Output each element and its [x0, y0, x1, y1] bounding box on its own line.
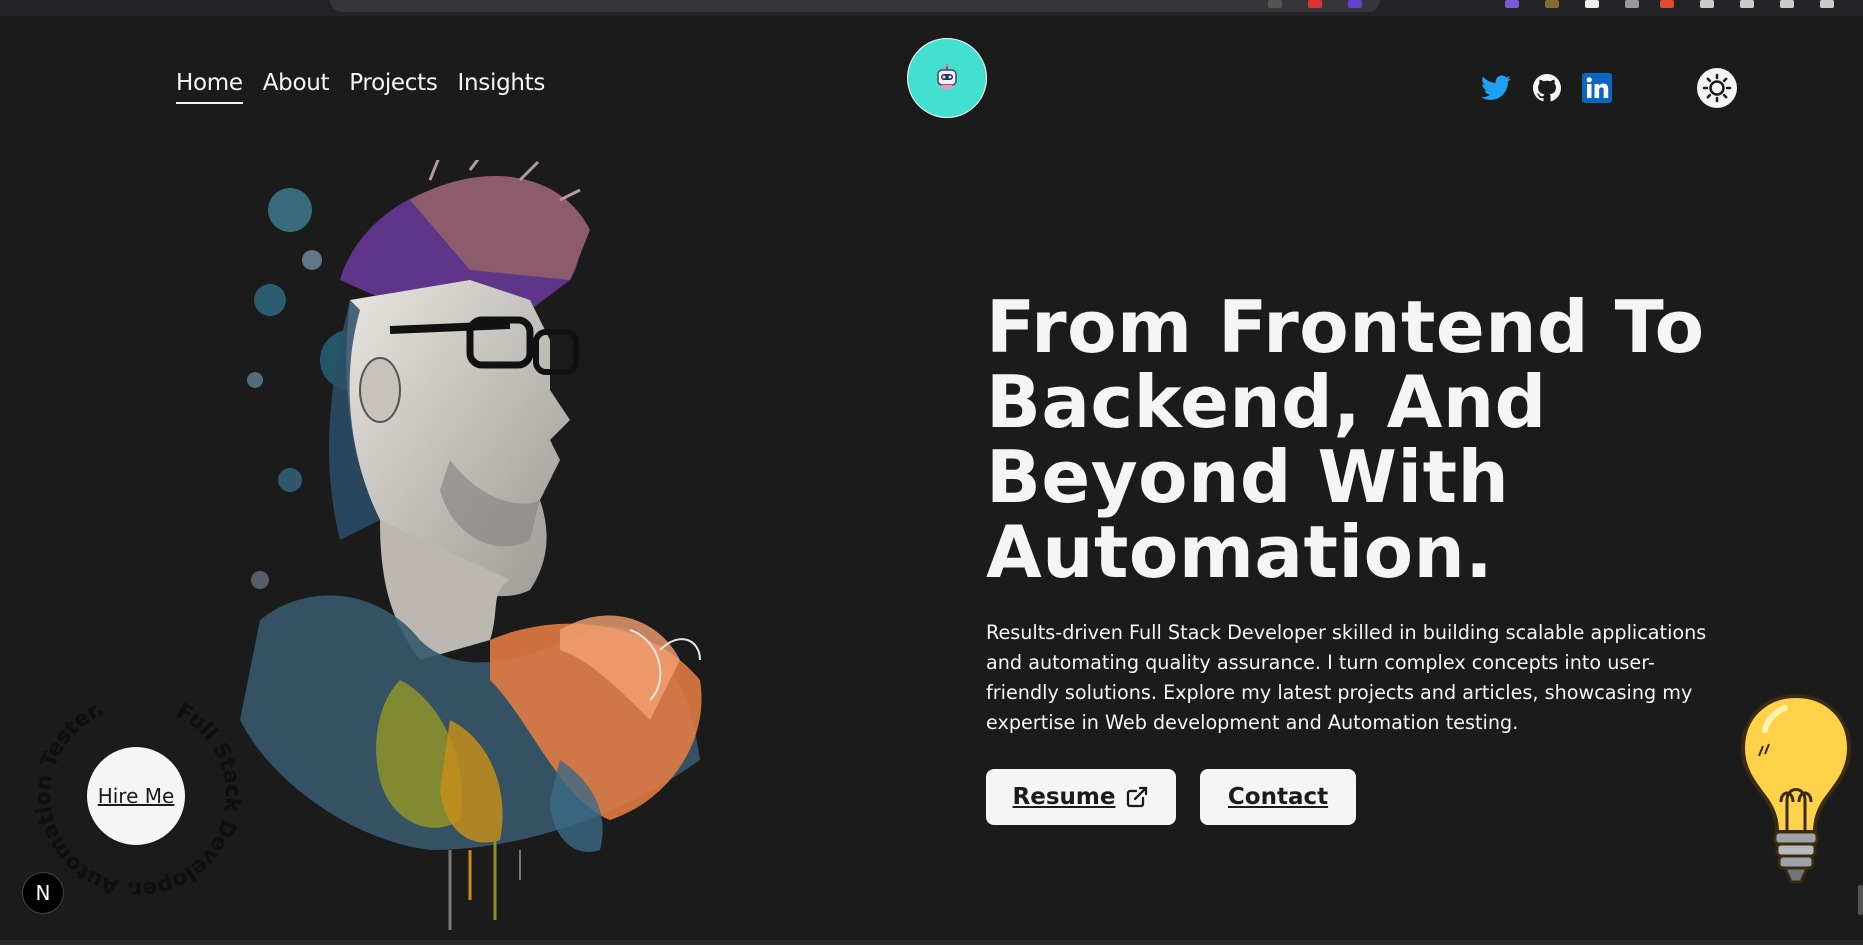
nav-projects-link[interactable]: Projects [349, 70, 438, 104]
nav-home-link[interactable]: Home [176, 70, 243, 104]
extension-icon[interactable] [1820, 0, 1834, 8]
theme-toggle-button[interactable] [1697, 68, 1737, 108]
twitter-link[interactable] [1480, 72, 1512, 104]
hire-me-button[interactable]: Hire Me [86, 746, 186, 846]
github-link[interactable] [1531, 72, 1563, 104]
extension-icon[interactable] [1625, 0, 1639, 8]
extension-icon[interactable] [1660, 0, 1674, 8]
extension-icon[interactable] [1308, 0, 1322, 8]
github-icon [1533, 74, 1561, 102]
extension-icon[interactable] [1585, 0, 1599, 8]
extension-icon[interactable] [1700, 0, 1714, 8]
extension-icon[interactable] [1740, 0, 1754, 8]
contact-button-label: Contact [1227, 784, 1329, 810]
page-bottom-edge [0, 940, 1863, 945]
extension-icon[interactable] [1348, 0, 1362, 8]
external-link-icon [1127, 786, 1148, 808]
hero-intro-text: Results-driven Full Stack Developer skil… [986, 621, 1707, 734]
linkedin-link[interactable] [1581, 72, 1613, 104]
nav-about-link[interactable]: About [263, 70, 330, 104]
linkedin-icon [1582, 73, 1612, 103]
sun-icon [1702, 73, 1732, 103]
extension-icon[interactable] [1505, 0, 1519, 8]
nav-insights-link[interactable]: Insights [458, 70, 546, 104]
site-logo[interactable] [907, 38, 987, 118]
lightbulb-icon [1740, 693, 1852, 884]
address-bar[interactable] [330, 0, 1380, 12]
browser-toolbar [0, 0, 1863, 16]
resume-button-label: Resume [1012, 784, 1116, 810]
extension-icon[interactable] [1545, 0, 1559, 8]
resume-button[interactable]: Resume [986, 769, 1176, 825]
profile-portrait-image [240, 160, 702, 930]
extension-icon[interactable] [1268, 0, 1282, 8]
hero-headline: From Frontend To Backend, And Beyond Wit… [986, 285, 1705, 594]
extension-icon[interactable] [1780, 0, 1794, 8]
nextjs-badge[interactable]: N [22, 872, 64, 914]
twitter-icon [1481, 75, 1511, 100]
scrollbar-thumb[interactable] [1858, 885, 1863, 915]
contact-button[interactable]: Contact [1200, 769, 1356, 825]
primary-nav: Home About Projects Insights [176, 70, 545, 104]
robot-icon [937, 63, 957, 89]
